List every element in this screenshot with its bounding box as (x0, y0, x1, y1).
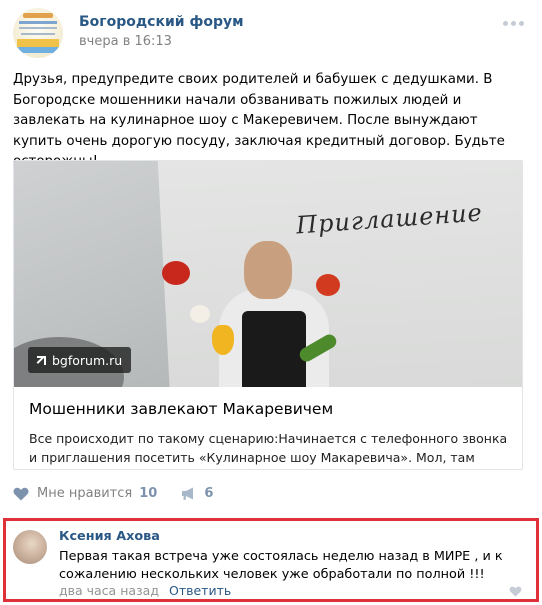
link-card[interactable]: Приглашение bgforum.ru Мошенники завлека… (13, 160, 523, 470)
post-time-link[interactable]: вчера в 16:13 (79, 34, 172, 49)
domain-text: bgforum.ru (52, 352, 123, 368)
megaphone-icon[interactable] (181, 487, 197, 501)
link-card-description: Все происходит по такому сценарию:Начина… (29, 431, 508, 465)
more-options-icon[interactable] (503, 21, 524, 26)
post-text: Друзья, предупредите своих родителей и б… (13, 72, 505, 169)
comment-text: Первая такая встреча уже состоялась неде… (59, 549, 503, 582)
link-card-image[interactable]: Приглашение bgforum.ru (14, 161, 522, 387)
group-avatar[interactable] (13, 8, 63, 58)
comment-time[interactable]: два часа назад (59, 583, 159, 598)
share-count[interactable]: 6 (204, 486, 213, 501)
external-link-icon (36, 355, 46, 365)
heart-icon[interactable] (13, 487, 29, 501)
comment: Ксения Ахова Первая такая встреча уже со… (3, 518, 539, 602)
link-card-title[interactable]: Мошенники завлекают Макаревичем (29, 400, 333, 418)
domain-badge[interactable]: bgforum.ru (28, 347, 132, 373)
like-button[interactable]: Мне нравится (37, 486, 132, 501)
like-count[interactable]: 10 (139, 486, 157, 501)
post-actions: Мне нравится 10 6 (13, 486, 213, 501)
comment-author-link[interactable]: Ксения Ахова (59, 529, 160, 544)
group-name-link[interactable]: Богородский форум (79, 14, 244, 30)
comment-avatar[interactable] (13, 530, 47, 564)
reply-button[interactable]: Ответить (169, 583, 231, 598)
post: Богородский форум вчера в 16:13 Друзья, … (0, 0, 542, 605)
comment-like-icon[interactable] (509, 586, 522, 597)
comment-meta: два часа назад Ответить (59, 583, 231, 598)
